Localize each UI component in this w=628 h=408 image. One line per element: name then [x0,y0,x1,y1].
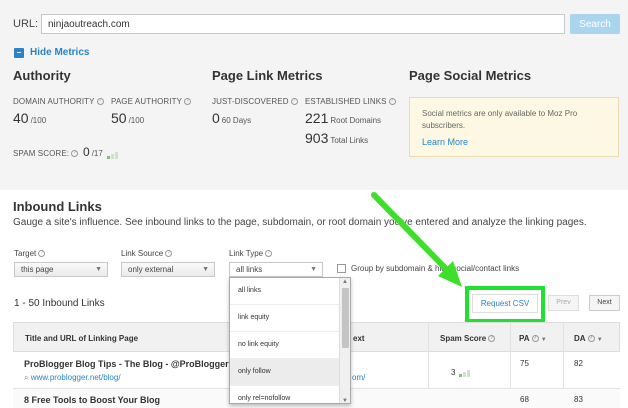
annotation-arrow-icon [371,192,462,287]
